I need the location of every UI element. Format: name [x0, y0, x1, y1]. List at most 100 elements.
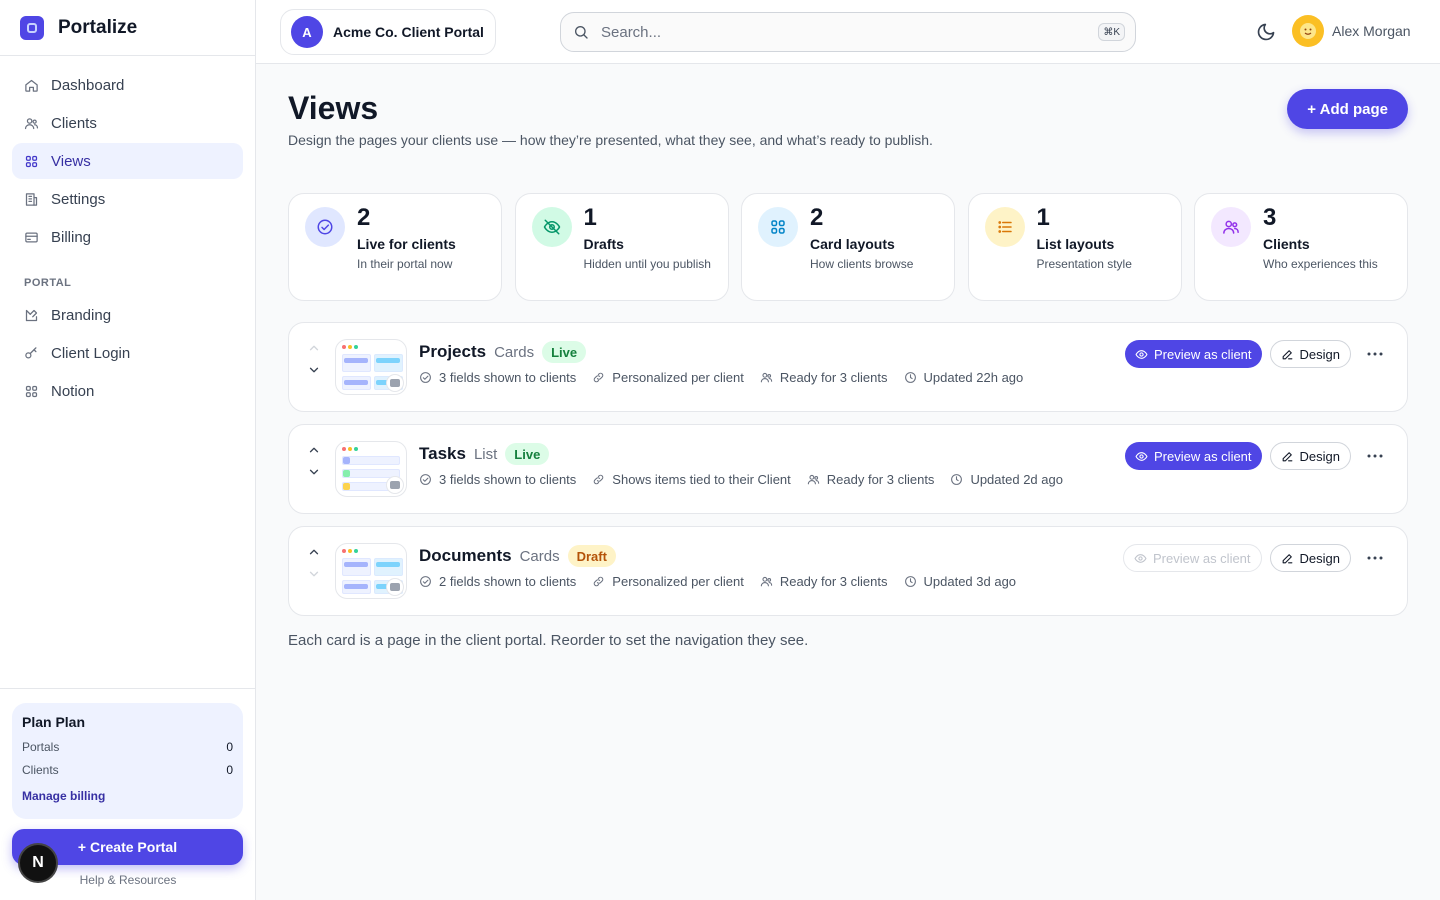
portal-avatar: A [291, 16, 323, 48]
sidebar-item-views[interactable]: Views [12, 143, 243, 179]
home-icon [25, 79, 38, 92]
meta-ready: Ready for 3 clients [760, 574, 888, 589]
sidebar-item-notion[interactable]: Notion [12, 373, 243, 409]
meta-fields: 3 fields shown to clients [419, 472, 576, 487]
view-layout-type: Cards [494, 343, 535, 361]
more-options-icon[interactable] [1361, 442, 1389, 470]
move-up-icon[interactable] [307, 443, 321, 457]
stat-label: List layouts [1036, 236, 1115, 252]
plan-title: Plan Plan [22, 714, 86, 730]
users-icon [1223, 220, 1239, 234]
user-menu[interactable]: Alex Morgan [1292, 15, 1411, 47]
more-options-icon[interactable] [1361, 544, 1389, 572]
view-name: Tasks [419, 444, 466, 463]
move-up-icon[interactable] [307, 545, 321, 559]
plan-row-value: 0 [226, 740, 233, 754]
sidebar-item-clients[interactable]: Clients [12, 105, 243, 141]
search-bar: ⌘K [560, 12, 1136, 52]
sidebar-item-dashboard[interactable]: Dashboard [12, 67, 243, 103]
preview-as-client-button[interactable]: Preview as client [1122, 544, 1262, 572]
search-input[interactable] [601, 23, 1081, 41]
view-card-tasks[interactable]: Tasks List Live 3 fields shown to client… [288, 424, 1408, 514]
sidebar-item-label: Notion [51, 382, 95, 400]
users-icon [760, 576, 773, 587]
users-icon [24, 117, 39, 129]
meta-updated: Updated 22h ago [904, 370, 1024, 385]
design-button[interactable]: Design [1269, 442, 1351, 470]
building-icon [25, 192, 38, 206]
view-card-projects[interactable]: Projects Cards Live 3 fields shown to cl… [288, 322, 1408, 412]
meta-fields: 2 fields shown to clients [419, 574, 576, 589]
ellipsis-icon [1367, 556, 1383, 560]
meta-ready-text: Ready for 3 clients [779, 370, 888, 385]
view-title-row: Projects Cards Live [419, 341, 587, 363]
sidebar-item-billing[interactable]: Billing [12, 219, 243, 255]
dark-mode-toggle-icon[interactable] [1256, 22, 1276, 42]
meta-updated: Updated 3d ago [904, 574, 1016, 589]
design-label: Design [1299, 550, 1340, 566]
stat-icon-wrap [1211, 207, 1251, 247]
reorder-controls [307, 443, 321, 479]
move-up-icon[interactable] [307, 341, 321, 355]
design-label: Design [1299, 448, 1340, 464]
sidebar-item-client-login[interactable]: Client Login [12, 335, 243, 371]
reorder-controls [307, 341, 321, 377]
sidebar-item-branding[interactable]: Branding [12, 297, 243, 333]
plan-row-label: Portals [22, 740, 60, 754]
nav-section-portal: PORTAL [24, 277, 72, 289]
meta-scope: Personalized per client [592, 370, 744, 385]
list-icon [997, 221, 1012, 233]
edit-icon [1282, 349, 1292, 359]
design-button[interactable]: Design [1269, 340, 1351, 368]
view-card-documents[interactable]: Documents Cards Draft 2 fields shown to … [288, 526, 1408, 616]
card-icon [25, 232, 38, 242]
plan-card: Plan Plan Portals 0 Clients 0 Manage bil… [12, 703, 243, 819]
key-icon [25, 346, 37, 358]
portal-switcher[interactable]: A Acme Co. Client Portal [280, 9, 496, 55]
page-title: Views [288, 90, 379, 126]
design-button[interactable]: Design [1269, 544, 1351, 572]
move-down-icon[interactable] [307, 363, 321, 377]
view-name: Projects [419, 342, 487, 361]
portalize-logo-icon [20, 15, 44, 40]
manage-billing-link[interactable]: Manage billing [22, 789, 233, 803]
status-badge: Live [505, 443, 550, 465]
stat-card: 1 List layouts Presentation style [967, 193, 1182, 301]
stat-label: Card layouts [810, 236, 895, 252]
meta-ready-text: Ready for 3 clients [779, 574, 888, 589]
smiley-avatar-icon [1300, 23, 1316, 39]
view-title-row: Documents Cards Draft [419, 545, 616, 567]
stat-value: 1 [583, 204, 597, 231]
plan-row-label: Clients [22, 763, 59, 777]
stat-icon-wrap [758, 207, 798, 247]
sidebar-nav: Dashboard Clients Views Settings Billing… [0, 56, 255, 409]
meta-fields: 3 fields shown to clients [419, 370, 576, 385]
eye-icon [1135, 349, 1148, 359]
link-icon [594, 576, 604, 587]
move-down-icon[interactable] [307, 465, 321, 479]
view-title-row: Tasks List Live [419, 443, 550, 465]
sidebar: Portalize Dashboard Clients Views Settin… [0, 0, 256, 900]
plan-row-portals: Portals 0 [22, 740, 233, 754]
grid-icon [771, 220, 785, 234]
meta-fields-text: 3 fields shown to clients [439, 370, 577, 385]
meta-fields-text: 2 fields shown to clients [439, 574, 577, 589]
add-page-button[interactable]: + Add page [1287, 89, 1408, 129]
meta-updated-text: Updated 22h ago [923, 370, 1024, 385]
preview-label: Preview as client [1152, 550, 1251, 566]
palette-icon [25, 309, 38, 321]
stat-icon-wrap [305, 207, 345, 247]
brand[interactable]: Portalize [0, 0, 255, 56]
plan-row-value: 0 [226, 763, 233, 777]
user-name: Alex Morgan [1332, 23, 1411, 39]
preview-as-client-button[interactable]: Preview as client [1124, 340, 1262, 368]
status-badge: Live [542, 341, 587, 363]
preview-as-client-button[interactable]: Preview as client [1124, 442, 1262, 470]
sidebar-item-label: Dashboard [51, 76, 125, 94]
move-down-icon[interactable] [307, 567, 321, 581]
more-options-icon[interactable] [1361, 340, 1389, 368]
sidebar-item-settings[interactable]: Settings [12, 181, 243, 217]
view-layout-type: Cards [519, 547, 560, 565]
nextjs-badge-icon[interactable]: N [18, 843, 58, 883]
stat-subtext: In their portal now [357, 257, 453, 271]
